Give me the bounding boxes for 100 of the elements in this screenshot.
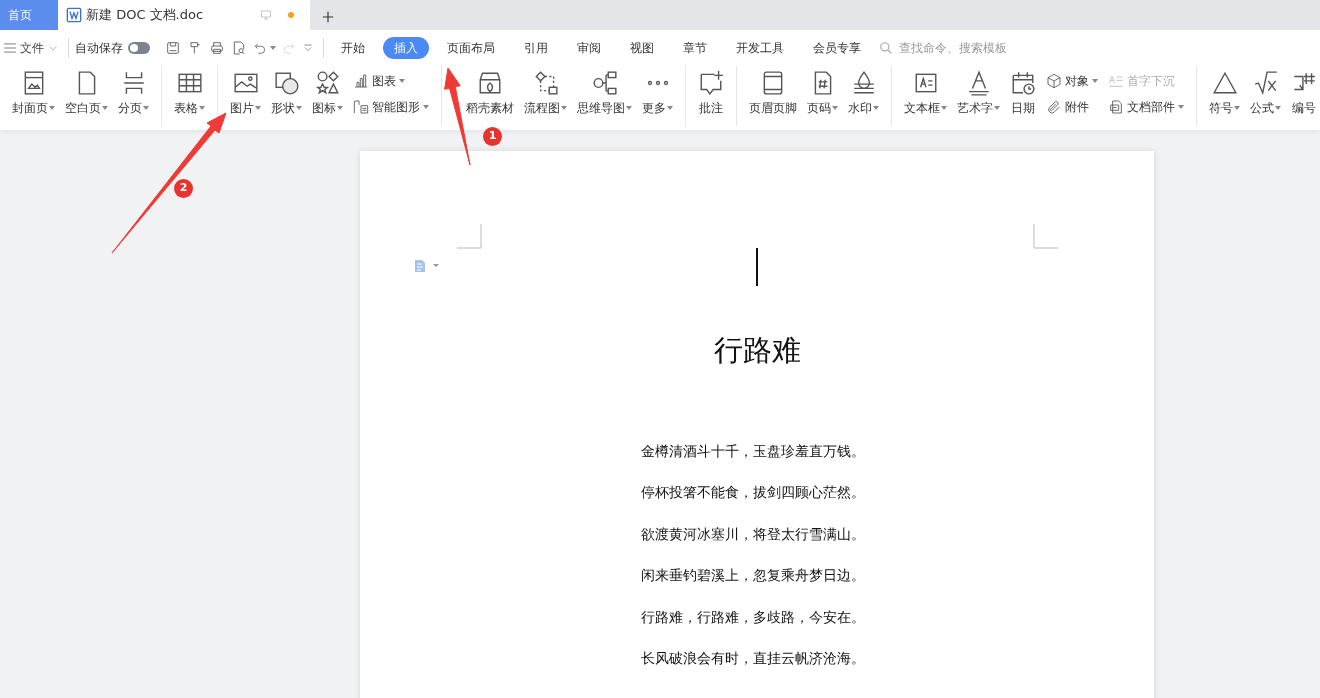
ribbon-button[interactable]: 分页 bbox=[116, 70, 151, 117]
caret-icon bbox=[143, 106, 149, 110]
ribbon-button[interactable]: 空白页 bbox=[63, 70, 110, 117]
search-field[interactable]: 查找命令、搜索模板 bbox=[879, 38, 1047, 58]
caret-icon bbox=[1275, 106, 1281, 110]
caret-icon bbox=[270, 46, 276, 50]
bar-chart-icon bbox=[353, 73, 369, 89]
autosave-toggle[interactable] bbox=[128, 42, 150, 54]
word-document-icon bbox=[66, 7, 82, 23]
search-icon bbox=[879, 41, 893, 55]
caret-icon bbox=[199, 106, 205, 110]
undo-icon bbox=[253, 41, 267, 55]
caret-icon bbox=[994, 106, 1000, 110]
print-preview-icon bbox=[231, 40, 247, 56]
flowchart-icon bbox=[532, 70, 559, 96]
text-cursor bbox=[756, 248, 758, 286]
caret-icon bbox=[399, 79, 405, 83]
document-title: 行路难 bbox=[713, 332, 801, 369]
cube-icon bbox=[1046, 73, 1062, 89]
paperclip-icon bbox=[1046, 99, 1062, 115]
ribbon-button[interactable]: 页眉页脚 bbox=[747, 70, 799, 117]
ribbon-button[interactable]: 批注 bbox=[696, 70, 726, 117]
document-tools-icon bbox=[413, 259, 439, 273]
poem-line: 长风破浪会有时，直挂云帆济沧海。 bbox=[641, 649, 865, 669]
mind-map-icon bbox=[591, 70, 618, 96]
poem-line: 闲来垂钓碧溪上，忽复乘舟梦日边。 bbox=[641, 566, 865, 586]
corner-mark-icon bbox=[1033, 224, 1058, 249]
ribbon-button[interactable]: 编号 bbox=[1289, 70, 1319, 117]
caret-icon bbox=[337, 106, 343, 110]
poem-line: 欲渡黄河冰塞川，将登太行雪满山。 bbox=[641, 524, 865, 544]
print-icon bbox=[209, 40, 225, 56]
ribbon-button[interactable]: 图标 bbox=[310, 70, 345, 117]
ribbon-button[interactable]: 页码 bbox=[805, 70, 840, 117]
ribbon-tab[interactable]: 视图 bbox=[619, 37, 665, 59]
ribbon-button[interactable]: 思维导图 bbox=[575, 70, 634, 117]
ribbon-button[interactable]: 图片 bbox=[228, 70, 263, 117]
document-tab[interactable]: 新建 DOC 文档.doc bbox=[58, 0, 310, 30]
step-number: 2 bbox=[174, 179, 193, 198]
format-painter-icon bbox=[187, 40, 203, 56]
caret-icon bbox=[626, 106, 632, 110]
shop-icon bbox=[477, 70, 503, 96]
ribbon-tab[interactable]: 开始 bbox=[330, 37, 376, 59]
ribbon-button[interactable]: 符号 bbox=[1207, 70, 1242, 117]
ribbon-button[interactable]: 封面页 bbox=[10, 70, 57, 117]
save-icon bbox=[165, 40, 181, 56]
calendar-icon bbox=[1010, 70, 1036, 96]
poem-line: 行路难，行路难，多歧路，今安在。 bbox=[641, 607, 865, 627]
file-menu-button[interactable]: 文件 bbox=[0, 39, 62, 57]
caret-icon bbox=[1092, 79, 1098, 83]
ribbon-tab[interactable]: 开发工具 bbox=[725, 37, 795, 59]
ribbon-button[interactable]: 图表 bbox=[351, 70, 431, 92]
ribbon-button[interactable]: 形状 bbox=[269, 70, 304, 117]
monitor-icon bbox=[260, 9, 272, 21]
drop-cap-icon bbox=[1108, 73, 1124, 89]
ribbon-button[interactable]: 艺术字 bbox=[955, 70, 1002, 117]
shapes-icon bbox=[273, 70, 300, 96]
caret-icon bbox=[832, 106, 838, 110]
ribbon-tab[interactable]: 页面布局 bbox=[436, 37, 506, 59]
step-number: 1 bbox=[483, 127, 502, 146]
caret-icon bbox=[667, 106, 673, 110]
corner-mark-icon bbox=[457, 224, 482, 249]
ribbon-button[interactable]: 文本框 bbox=[902, 70, 949, 117]
caret-icon bbox=[423, 105, 429, 109]
ribbon-button[interactable]: 流程图 bbox=[522, 70, 569, 117]
ribbon-tab[interactable]: 章节 bbox=[672, 37, 718, 59]
ribbon-button[interactable]: 附件 bbox=[1044, 96, 1100, 118]
caret-icon bbox=[102, 106, 108, 110]
more-icon bbox=[645, 80, 670, 86]
unsaved-dot bbox=[288, 12, 294, 18]
ribbon-tab[interactable]: 审阅 bbox=[566, 37, 612, 59]
triangle-icon bbox=[1211, 70, 1238, 96]
ribbon-tab[interactable]: 引用 bbox=[513, 37, 559, 59]
document-parts-icon bbox=[1108, 99, 1124, 115]
ribbon-tab[interactable]: 会员专享 bbox=[802, 37, 872, 59]
ribbon-button[interactable]: 日期 bbox=[1008, 70, 1038, 117]
redo-icon bbox=[282, 41, 296, 55]
ribbon-button[interactable]: 水印 bbox=[846, 70, 881, 117]
poem-line: 金樽清酒斗十千，玉盘珍羞直万钱。 bbox=[641, 441, 865, 461]
ribbon-button[interactable]: 表格 bbox=[172, 70, 207, 117]
caret-icon bbox=[941, 106, 947, 110]
caret-icon bbox=[49, 106, 55, 110]
autosave-label: 自动保存 bbox=[75, 40, 123, 57]
caret-icon bbox=[873, 106, 879, 110]
caret-icon bbox=[1178, 105, 1184, 109]
ribbon-button[interactable]: 文档部件 bbox=[1106, 96, 1186, 118]
ribbon-button[interactable]: 稻壳素材 bbox=[464, 70, 516, 117]
chevron-down-icon bbox=[302, 42, 314, 54]
plus-icon bbox=[321, 9, 335, 24]
caret-icon bbox=[255, 106, 261, 110]
caret-icon bbox=[296, 106, 302, 110]
menu-icon bbox=[3, 41, 17, 55]
caret-icon bbox=[561, 106, 567, 110]
ribbon-button[interactable]: 对象 bbox=[1044, 70, 1100, 92]
poem-line: 停杯投箸不能食，拔剑四顾心茫然。 bbox=[641, 483, 865, 503]
shapes-grid-icon bbox=[314, 70, 341, 96]
square-root-icon bbox=[1252, 70, 1279, 96]
ribbon-button[interactable]: 智能图形 bbox=[351, 96, 431, 118]
ribbon-button[interactable]: 更多 bbox=[640, 70, 675, 117]
ribbon-button[interactable]: 公式 bbox=[1248, 70, 1283, 117]
caret-icon bbox=[1234, 106, 1240, 110]
